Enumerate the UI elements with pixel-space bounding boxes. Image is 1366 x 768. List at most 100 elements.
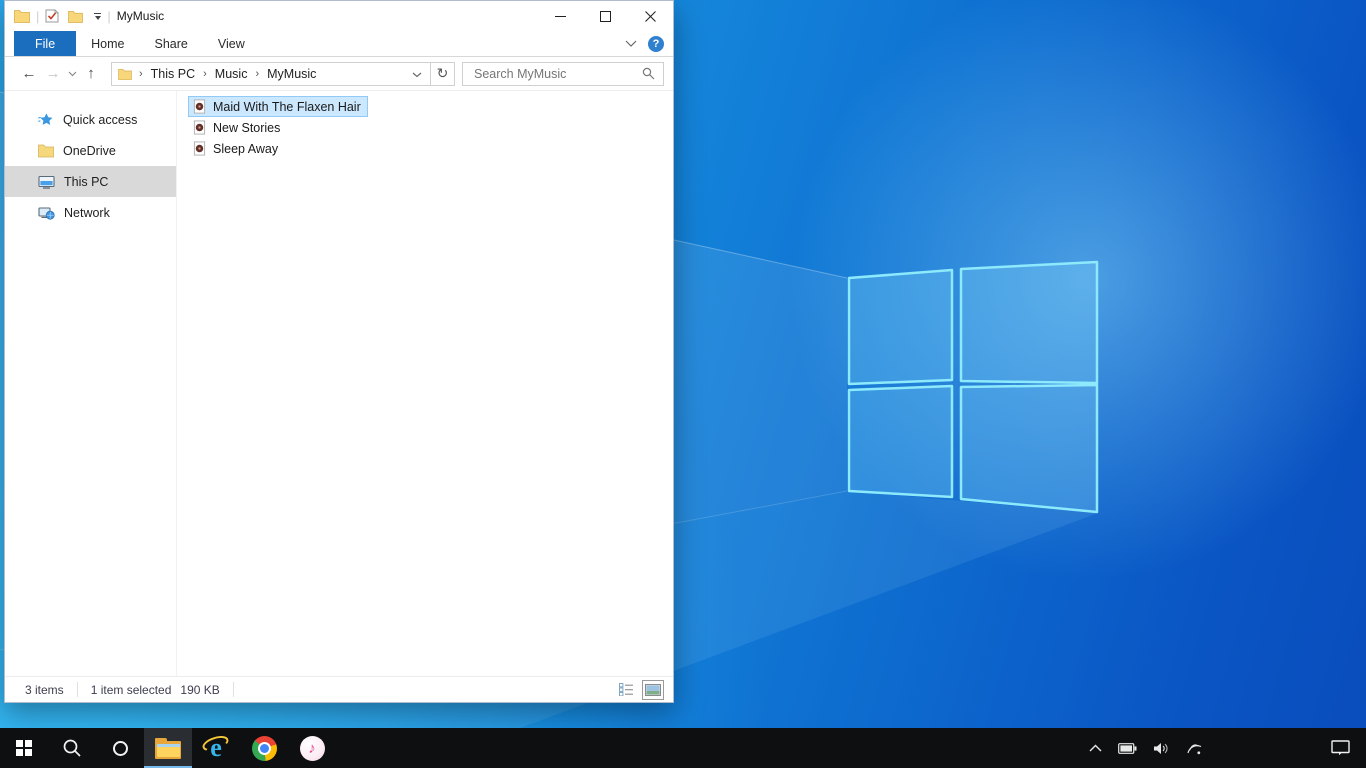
sidebar-item-this-pc[interactable]: This PC — [5, 166, 176, 197]
forward-button[interactable]: → — [41, 66, 65, 81]
sidebar-item-label: Quick access — [63, 112, 138, 127]
file-explorer-window: | | MyMusic File Home Share View ? ← → ↑… — [4, 0, 674, 703]
show-hidden-icons-button[interactable] — [1081, 728, 1110, 768]
items-count-text: 3 items — [25, 682, 64, 697]
start-button[interactable] — [0, 728, 48, 768]
chrome-button[interactable] — [240, 728, 288, 768]
quick-access-toolbar — [45, 9, 102, 23]
speaker-icon — [1154, 742, 1168, 754]
ribbon-right-controls: ? — [625, 31, 664, 56]
recent-locations-dropdown[interactable] — [65, 71, 79, 77]
tab-home[interactable]: Home — [76, 31, 139, 56]
breadcrumb-mymusic[interactable]: MyMusic — [261, 67, 322, 81]
close-button[interactable] — [628, 1, 673, 31]
breadcrumb-separator: › — [255, 67, 260, 80]
windows-logo-icon — [16, 740, 32, 756]
action-center-button[interactable] — [1323, 728, 1358, 768]
cortana-button[interactable] — [96, 728, 144, 768]
ribbon-tabs: File Home Share View ? — [5, 31, 673, 57]
network-icon — [38, 206, 55, 220]
new-folder-icon[interactable] — [68, 10, 84, 23]
file-name: Maid With The Flaxen Hair — [213, 99, 361, 114]
chevron-up-icon — [1089, 744, 1102, 752]
selected-count-text: 1 item selected — [90, 682, 172, 697]
refresh-button[interactable]: ↻ — [431, 61, 455, 86]
navigation-bar: ← → ↑ › This PC › Music › MyMusic ↻ — [5, 57, 673, 91]
wifi-indicator[interactable] — [1178, 728, 1211, 768]
window-folder-icon[interactable] — [14, 9, 30, 23]
thumbnail-view-button[interactable] — [642, 679, 664, 700]
titlebar-separator: | — [107, 8, 111, 24]
file-line: Maid With The Flaxen Hair — [188, 96, 673, 117]
customize-quick-access-icon[interactable] — [94, 12, 102, 20]
address-bar[interactable]: › This PC › Music › MyMusic — [111, 61, 431, 86]
file-line: Sleep Away — [188, 138, 673, 159]
quick-access-star-icon — [38, 112, 53, 125]
taskbar-file-explorer-button[interactable] — [144, 728, 192, 768]
maximize-button[interactable] — [583, 1, 628, 31]
file-name: New Stories — [213, 120, 281, 135]
system-tray — [1081, 728, 1366, 768]
cortana-icon — [112, 740, 128, 756]
back-button[interactable]: ← — [17, 66, 41, 81]
up-button[interactable]: ↑ — [79, 66, 103, 81]
address-dropdown-icon[interactable] — [404, 65, 430, 83]
file-item[interactable]: New Stories — [188, 117, 287, 138]
battery-icon — [1118, 742, 1137, 754]
selected-size-text: 190 KB — [180, 682, 220, 697]
internet-explorer-button[interactable]: e — [192, 728, 240, 768]
battery-indicator[interactable] — [1110, 728, 1145, 768]
status-items-count: 3 items — [5, 682, 78, 697]
breadcrumb-this-pc[interactable]: This PC — [145, 67, 201, 81]
details-view-icon — [618, 683, 633, 696]
action-center-icon — [1331, 740, 1350, 756]
expand-ribbon-icon[interactable] — [625, 40, 637, 47]
tab-view[interactable]: View — [203, 31, 260, 56]
internet-explorer-icon: e — [200, 733, 231, 761]
sidebar-item-label: This PC — [64, 174, 109, 189]
audio-file-icon — [193, 120, 206, 135]
help-glyph: ? — [652, 37, 660, 50]
volume-indicator[interactable] — [1145, 728, 1178, 768]
thumbnail-view-icon — [645, 683, 661, 696]
sidebar-item-quick-access[interactable]: Quick access — [5, 104, 176, 135]
chrome-icon — [251, 735, 277, 761]
breadcrumb-separator: › — [139, 67, 143, 80]
minimize-button[interactable] — [538, 1, 583, 31]
itunes-button[interactable]: ♪ — [288, 728, 336, 768]
this-pc-monitor-icon — [38, 175, 55, 189]
sidebar-item-onedrive[interactable]: OneDrive — [5, 135, 176, 166]
search-input[interactable] — [472, 65, 642, 82]
minimize-icon — [555, 15, 566, 17]
itunes-icon: ♪ — [299, 735, 325, 761]
search-icon — [63, 739, 81, 757]
sidebar-item-label: Network — [64, 205, 110, 220]
file-item-selected[interactable]: Maid With The Flaxen Hair — [188, 96, 368, 117]
properties-icon[interactable] — [45, 9, 60, 23]
search-box — [462, 61, 664, 86]
details-view-button[interactable] — [615, 680, 637, 700]
refresh-icon: ↻ — [436, 65, 449, 81]
file-line: New Stories — [188, 117, 673, 138]
taskbar-search-button[interactable] — [48, 728, 96, 768]
sidebar-item-label: OneDrive — [63, 143, 116, 158]
titlebar[interactable]: | | MyMusic — [5, 1, 673, 31]
view-toggle-group — [615, 679, 664, 700]
file-list: Maid With The Flaxen Hair New Stories Sl… — [177, 91, 673, 676]
help-button[interactable]: ? — [648, 35, 664, 52]
tab-share[interactable]: Share — [140, 31, 203, 56]
tab-file[interactable]: File — [14, 31, 77, 56]
breadcrumb-music[interactable]: Music — [209, 67, 254, 81]
file-name: Sleep Away — [213, 141, 279, 156]
onedrive-folder-icon — [38, 144, 54, 158]
sidebar-item-network[interactable]: Network — [5, 197, 176, 228]
search-icon[interactable] — [642, 67, 655, 80]
file-item[interactable]: Sleep Away — [188, 138, 285, 159]
taskbar: e ♪ — [0, 728, 1366, 768]
status-selection: 1 item selected 190 KB — [78, 682, 234, 697]
file-explorer-icon — [155, 737, 181, 759]
window-controls — [538, 1, 673, 31]
navigation-pane: Quick access OneDrive This PC Network — [5, 91, 177, 676]
audio-file-icon — [193, 99, 206, 114]
status-bar: 3 items 1 item selected 190 KB — [5, 676, 673, 702]
